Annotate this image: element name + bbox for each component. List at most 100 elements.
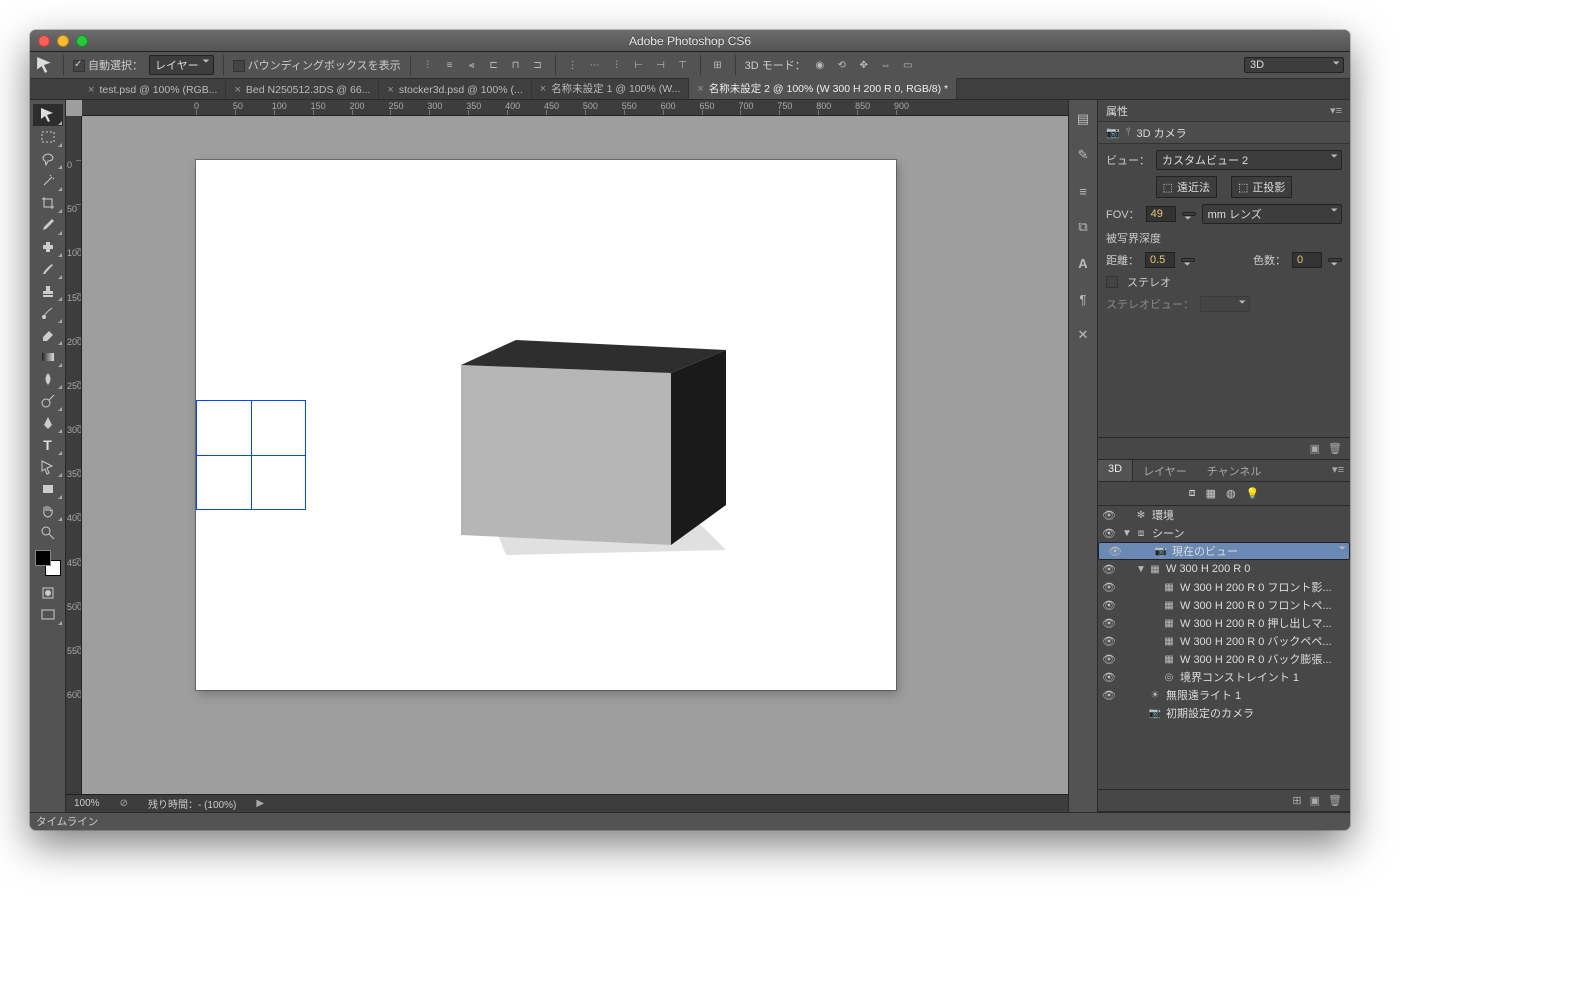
auto-select-check[interactable]: 自動選択： <box>73 57 143 73</box>
pen-tool[interactable] <box>33 412 63 434</box>
count-stepper[interactable] <box>1328 258 1342 262</box>
close-tab-icon[interactable]: × <box>540 83 546 95</box>
align-right-icon[interactable]: ⊐ <box>530 57 546 73</box>
align-vcenter-icon[interactable]: ≡ <box>442 57 458 73</box>
distance-field[interactable]: 0.5 <box>1145 252 1175 268</box>
blur-tool[interactable] <box>33 368 63 390</box>
hand-tool[interactable] <box>33 500 63 522</box>
distance-stepper[interactable] <box>1181 258 1195 262</box>
filter-mesh-icon[interactable]: ▦ <box>1206 487 1216 500</box>
quickmask-tool[interactable] <box>33 582 63 604</box>
roll-icon[interactable]: ⟲ <box>834 57 850 73</box>
screenmode-tool[interactable] <box>33 604 63 626</box>
marquee-tool[interactable] <box>33 126 63 148</box>
new-layer-icon[interactable]: ⊞ <box>1292 794 1301 807</box>
visibility-icon[interactable]: 👁 <box>1098 581 1120 594</box>
visibility-icon[interactable]: 👁 <box>1098 689 1120 702</box>
auto-select-target[interactable]: レイヤー <box>149 55 214 75</box>
visibility-icon[interactable]: 👁 <box>1098 563 1120 576</box>
fov-field[interactable]: 49 <box>1146 206 1176 222</box>
dist-6-icon[interactable]: ⊤ <box>675 57 691 73</box>
align-bottom-icon[interactable]: ⫷ <box>464 57 480 73</box>
close-tab-icon[interactable]: × <box>387 84 393 96</box>
dist-5-icon[interactable]: ⊣ <box>653 57 669 73</box>
orthographic-button[interactable]: ⬚正投影 <box>1231 176 1292 198</box>
workspace-select[interactable]: 3D <box>1244 57 1344 73</box>
document-tab[interactable]: ×名称未設定 2 @ 100% (W 300 H 200 R 0, RGB/8)… <box>689 78 957 99</box>
visibility-icon[interactable]: 👁 <box>1098 509 1120 522</box>
tree-row[interactable]: 👁✻環境 <box>1098 506 1350 524</box>
render-cancel-icon[interactable]: ⊘ <box>120 798 128 809</box>
tree-row[interactable]: 👁▼▦W 300 H 200 R 0 <box>1098 560 1350 578</box>
orbit-icon[interactable]: ◉ <box>812 57 828 73</box>
align-top-icon[interactable]: ⫶ <box>420 57 436 73</box>
close-tab-icon[interactable]: × <box>234 84 240 96</box>
tree-row[interactable]: 👁▦W 300 H 200 R 0 押し出しマ... <box>1098 614 1350 632</box>
visibility-icon[interactable]: 👁 <box>1098 599 1120 612</box>
visibility-icon[interactable]: 👁 <box>1098 635 1120 648</box>
wand-tool[interactable] <box>33 170 63 192</box>
visibility-icon[interactable]: 👁 <box>1098 527 1120 540</box>
dock-brushes-icon[interactable]: ✎ <box>1072 144 1094 166</box>
tree-row[interactable]: 👁▦W 300 H 200 R 0 バック膨張... <box>1098 650 1350 668</box>
dist-4-icon[interactable]: ⊢ <box>631 57 647 73</box>
gradient-tool[interactable] <box>33 346 63 368</box>
canvas[interactable] <box>196 160 896 690</box>
fov-unit-select[interactable]: mm レンズ <box>1202 204 1342 224</box>
type-tool[interactable]: T <box>33 434 63 456</box>
perspective-button[interactable]: ⬚遠近法 <box>1156 176 1217 198</box>
color-swatch[interactable] <box>35 550 61 576</box>
crop-tool[interactable] <box>33 192 63 214</box>
dodge-tool[interactable] <box>33 390 63 412</box>
tree-row[interactable]: 👁▦W 300 H 200 R 0 フロント影... <box>1098 578 1350 596</box>
visibility-icon[interactable]: 👁 <box>1104 545 1126 558</box>
tab-layers[interactable]: レイヤー <box>1133 460 1197 481</box>
tab-channels[interactable]: チャンネル <box>1197 460 1272 481</box>
brush-tool[interactable] <box>33 258 63 280</box>
status-menu-icon[interactable]: ▶ <box>256 798 264 809</box>
trash-icon[interactable]: 🗑 <box>1328 794 1342 807</box>
dock-layers-icon[interactable]: ⧉ <box>1072 216 1094 238</box>
tree-row[interactable]: 👁▦W 300 H 200 R 0 バックペペ... <box>1098 632 1350 650</box>
tree-row[interactable]: 📷初期設定のカメラ <box>1098 704 1350 722</box>
properties-tab[interactable]: 属性▾≡ <box>1098 100 1350 122</box>
ruler-vertical[interactable]: 050100150200250300350400450500550600 <box>66 116 82 812</box>
titlebar[interactable]: Adobe Photoshop CS6 <box>30 30 1350 52</box>
visibility-icon[interactable]: 👁 <box>1098 671 1120 684</box>
render-icon[interactable]: ▣ <box>1310 442 1320 455</box>
filter-material-icon[interactable]: ◍ <box>1226 487 1236 500</box>
stamp-tool[interactable] <box>33 280 63 302</box>
dock-tools-icon[interactable]: ✕ <box>1072 324 1094 346</box>
timeline-tab[interactable]: タイムライン <box>30 812 1350 830</box>
panel-menu-icon[interactable]: ▾≡ <box>1326 460 1350 481</box>
filter-scene-icon[interactable]: ⧈ <box>1189 487 1196 500</box>
dock-actions-icon[interactable]: ≡ <box>1072 180 1094 202</box>
shape-tool[interactable] <box>33 478 63 500</box>
visibility-icon[interactable]: 👁 <box>1098 617 1120 630</box>
document-tab[interactable]: ×stocker3d.psd @ 100% (... <box>379 81 531 99</box>
tree-row[interactable]: 👁📷現在のビュー <box>1098 542 1350 560</box>
panel-menu-icon[interactable]: ▾≡ <box>1330 104 1342 117</box>
tree-row[interactable]: 👁▦W 300 H 200 R 0 フロントペ... <box>1098 596 1350 614</box>
document-tab[interactable]: ×Bed N250512.3DS @ 66... <box>226 81 379 99</box>
document-tab[interactable]: ×test.psd @ 100% (RGB... <box>80 81 226 99</box>
lasso-tool[interactable] <box>33 148 63 170</box>
align-left-icon[interactable]: ⊏ <box>486 57 502 73</box>
ruler-horizontal[interactable]: 0501001502002503003504004505005506006507… <box>82 100 1068 116</box>
history-brush-tool[interactable] <box>33 302 63 324</box>
tree-row[interactable]: 👁▼⧈シーン <box>1098 524 1350 542</box>
tab-3d[interactable]: 3D <box>1098 460 1133 481</box>
cube-mesh[interactable] <box>446 335 726 565</box>
move-tool[interactable] <box>33 104 63 126</box>
filter-light-icon[interactable]: 💡 <box>1246 487 1260 500</box>
dist-2-icon[interactable]: ⋯ <box>587 57 603 73</box>
dock-char-icon[interactable]: A <box>1072 252 1094 274</box>
scale-icon[interactable]: ▭ <box>900 57 916 73</box>
tree-row[interactable]: 👁☀無限遠ライト 1 <box>1098 686 1350 704</box>
dock-history-icon[interactable]: ▤ <box>1072 108 1094 130</box>
zoom-value[interactable]: 100% <box>74 798 100 809</box>
document-tab[interactable]: ×名称未設定 1 @ 100% (W... <box>532 78 690 99</box>
pan-icon[interactable]: ✥ <box>856 57 872 73</box>
align-hcenter-icon[interactable]: ⊓ <box>508 57 524 73</box>
scene-tree[interactable]: 👁✻環境👁▼⧈シーン👁📷現在のビュー👁▼▦W 300 H 200 R 0👁▦W … <box>1098 506 1350 789</box>
